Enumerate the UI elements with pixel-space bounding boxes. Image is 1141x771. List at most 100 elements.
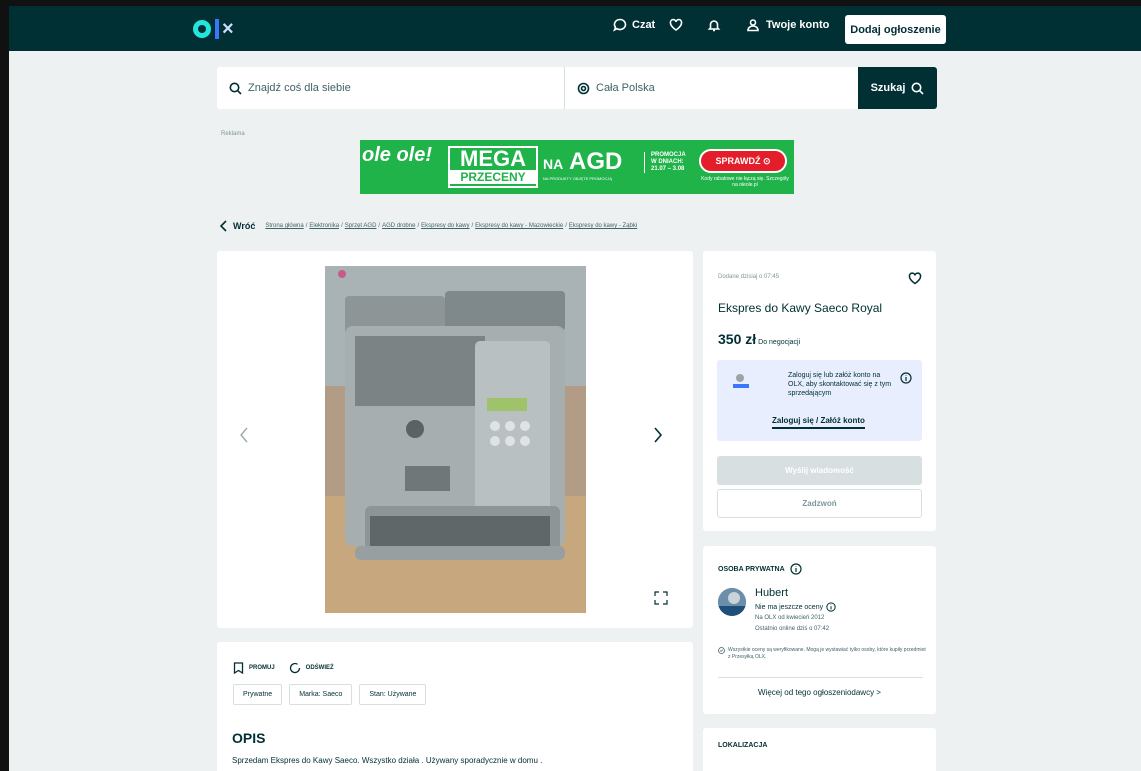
refresh-label: ODŚWIEŻ <box>305 665 334 671</box>
ad-agd: AGD <box>569 148 623 175</box>
breadcrumb-item[interactable]: Ekspresy do kawy - Ząbki <box>569 223 637 229</box>
top-header: × Czat Twoje konto Dodaj ogłoszenie <box>9 6 1141 51</box>
listing-summary-card: Dodane dzisiaj o 07:45 Ekspres do Kawy S… <box>703 251 936 531</box>
breadcrumb: Wróć Strona główna / Elektronika / Sprzęt … <box>219 220 637 232</box>
chat-label: Czat <box>632 19 656 31</box>
send-message-button[interactable]: Wyślij wiadomość <box>717 456 922 485</box>
ad-promo-line2: W DNIACH: <box>651 159 684 165</box>
breadcrumb-item[interactable]: Elektronika <box>309 223 339 229</box>
seller-card: OSOBA PRYWATNA Hubert Nie ma jeszcze oce… <box>703 546 936 714</box>
login-prompt-text: Zaloguj się lub załóż konto na OLX, aby … <box>788 372 892 397</box>
search-icon <box>911 82 924 95</box>
info-icon[interactable] <box>790 563 802 575</box>
location-heading: LOKALIZACJA <box>718 742 768 749</box>
login-link[interactable]: Zaloguj się / Załóż konto <box>772 416 865 429</box>
listing-actions: PROMUJ ODŚWIEŻ <box>233 662 348 674</box>
back-label: Wróć <box>233 221 256 231</box>
ad-mega-line2: PRZECENY <box>450 170 536 184</box>
listing-title: Ekspres do Kawy Saeco Royal <box>718 301 883 315</box>
promote-label: PROMUJ <box>249 665 275 671</box>
login-prompt: Zaloguj się lub załóż konto na OLX, aby … <box>717 360 922 441</box>
seller-rating-label: Nie ma jeszcze oceny <box>755 603 824 611</box>
photo-gallery <box>217 251 693 628</box>
listing-photo[interactable] <box>325 266 586 613</box>
breadcrumb-item[interactable]: Strona główna <box>265 223 303 229</box>
seller-name[interactable]: Hubert <box>755 587 788 599</box>
refresh-icon <box>289 662 300 674</box>
ad-headline: NA AGD <box>543 148 622 176</box>
seller-avatar[interactable] <box>718 588 746 616</box>
location-pin-icon <box>577 82 590 94</box>
tag-condition: Stan: Używane <box>359 684 427 705</box>
heart-icon <box>908 272 922 285</box>
ad-banner[interactable]: ole ole! MEGA PRZECENY NA AGD NA PRODUKT… <box>360 140 794 194</box>
ad-note: Kody rabatowe nie łączą się. Szczegóły n… <box>701 176 789 188</box>
seller-since: Na OLX od kwiecień 2012 <box>755 615 825 621</box>
account-label: Twoje konto <box>766 19 830 31</box>
back-link[interactable]: Wróć <box>219 220 255 232</box>
divider <box>718 677 923 678</box>
check-circle-icon <box>718 647 725 654</box>
listing-tags: Prywatne Marka: Saeco Stan: Używane <box>233 684 433 705</box>
ratings-verified-note: Wszystkie oceny są weryfikowane. Mogą je… <box>718 647 928 661</box>
price-value: 350 zł <box>718 331 757 347</box>
info-icon[interactable] <box>826 602 836 612</box>
added-date: Dodane dzisiaj o 07:45 <box>718 274 780 280</box>
ad-na: NA <box>543 156 564 172</box>
favorites-link[interactable] <box>669 18 683 32</box>
breadcrumb-item[interactable]: Ekspresy do kawy <box>421 223 469 229</box>
ad-promo-line3: 21.07 – 3.08 <box>651 166 685 172</box>
chat-icon <box>613 18 627 32</box>
ad-brand-logo: ole ole! <box>362 144 433 166</box>
search-bar: Znajdź coś dla siebie Cała Polska Szukaj <box>217 67 937 109</box>
account-link[interactable]: Twoje konto <box>746 18 829 32</box>
search-placeholder: Znajdź coś dla siebie <box>248 82 351 94</box>
search-button-label: Szukaj <box>870 82 906 94</box>
person-icon <box>732 372 749 392</box>
negotiable-label: Do negocjacji <box>758 339 801 346</box>
listing-price: 350 zł Do negocjacji <box>718 331 800 347</box>
notifications-link[interactable] <box>707 18 721 32</box>
seller-type: OSOBA PRYWATNA <box>718 563 802 575</box>
user-icon <box>747 19 759 32</box>
favorite-button[interactable] <box>908 272 922 290</box>
search-icon <box>229 82 242 95</box>
listing-details-card: PROMUJ ODŚWIEŻ Prywatne Marka: Saeco Sta… <box>217 642 693 771</box>
chevron-left-icon <box>240 427 248 443</box>
bookmark-icon <box>233 662 244 674</box>
search-input[interactable]: Znajdź coś dla siebie <box>217 67 565 109</box>
chat-link[interactable]: Czat <box>613 18 655 32</box>
ad-mega-box: MEGA PRZECENY <box>448 146 538 188</box>
ad-subline: NA PRODUKTY OBJĘTE PROMOCJĄ <box>543 176 613 181</box>
heart-icon <box>669 18 683 31</box>
breadcrumb-item[interactable]: Ekspresy do kawy - Mazowieckie <box>475 223 563 229</box>
seller-last-online: Ostatnio online dziś o 07:42 <box>755 626 830 632</box>
breadcrumb-item[interactable]: AGD drobne <box>382 223 415 229</box>
verify-note-text: Wszystkie oceny są weryfikowane. Mogą je… <box>728 647 926 660</box>
next-photo-button[interactable] <box>653 427 663 448</box>
expand-icon <box>654 591 668 605</box>
description-heading: OPIS <box>232 730 266 746</box>
ad-promo-line1: PROMOCJA <box>651 152 686 158</box>
fullscreen-button[interactable] <box>654 591 668 605</box>
search-button[interactable]: Szukaj <box>858 67 937 109</box>
location-input[interactable]: Cała Polska <box>565 67 858 109</box>
add-listing-button[interactable]: Dodaj ogłoszenie <box>845 15 946 44</box>
description-text: Sprzedam Ekspres do Kawy Saeco. Wszystko… <box>232 756 543 765</box>
olx-logo[interactable]: × <box>193 13 234 45</box>
chevron-right-icon <box>654 427 663 443</box>
breadcrumb-item[interactable]: Sprzęt AGD <box>345 223 377 229</box>
bell-icon <box>707 20 721 32</box>
refresh-button[interactable]: ODŚWIEŻ <box>289 662 334 674</box>
seller-rating: Nie ma jeszcze oceny <box>755 602 836 612</box>
tag-brand: Marka: Saeco <box>289 684 353 705</box>
previous-photo-button[interactable] <box>239 427 249 448</box>
more-from-seller-link[interactable]: Więcej od tego ogłoszeniodawcy > <box>703 688 936 697</box>
ad-label: Reklama <box>221 131 245 137</box>
info-icon[interactable] <box>900 371 912 389</box>
promote-button[interactable]: PROMUJ <box>233 662 275 674</box>
ad-cta-button[interactable]: SPRAWDŹ ⊙ <box>699 149 787 173</box>
call-button[interactable]: Zadzwoń <box>717 489 922 518</box>
location-card: LOKALIZACJA <box>703 728 936 771</box>
chevron-left-icon <box>219 220 227 232</box>
